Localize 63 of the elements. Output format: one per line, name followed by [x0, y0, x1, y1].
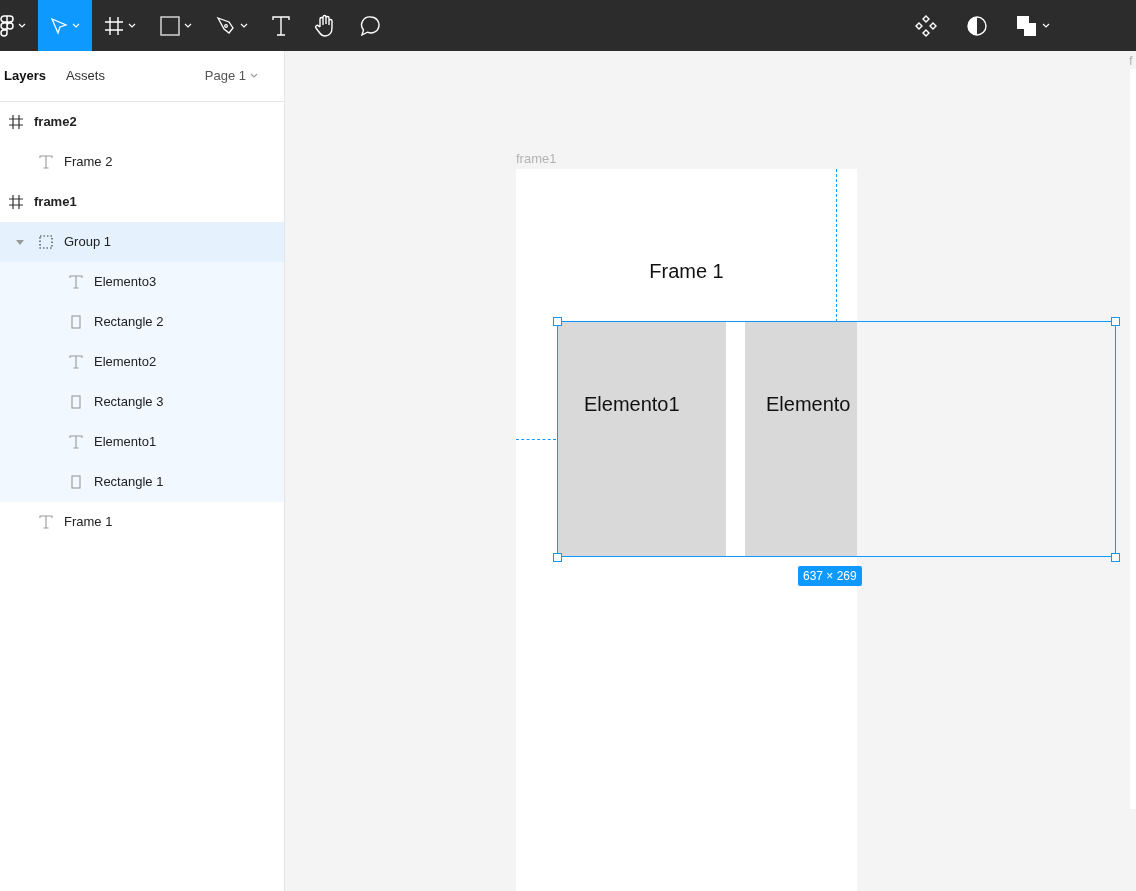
layer-name: Elemento3	[94, 273, 157, 292]
layer-row[interactable]: Elemento2	[0, 342, 284, 382]
layer-name: Group 1	[64, 233, 111, 252]
frame-icon	[8, 115, 24, 129]
pen-icon	[216, 15, 236, 36]
frame-title: Frame 1	[648, 259, 725, 284]
components-icon	[914, 13, 938, 38]
resize-handle[interactable]	[553, 317, 562, 326]
resize-handle[interactable]	[1111, 553, 1120, 562]
hand-icon	[314, 13, 336, 38]
element-label: Elemento	[766, 392, 851, 417]
layer-row[interactable]: Rectangle 3	[0, 382, 284, 422]
layer-row[interactable]: Elemento3	[0, 262, 284, 302]
size-label: 637 × 269	[798, 566, 862, 586]
layer-row[interactable]: frame2	[0, 102, 284, 142]
frame-icon	[8, 195, 24, 209]
guide-line	[516, 439, 556, 440]
layer-row[interactable]: Rectangle 1	[0, 462, 284, 502]
resize-handle[interactable]	[1111, 317, 1120, 326]
caret-icon	[1042, 22, 1050, 29]
layer-name: Elemento1	[94, 433, 157, 452]
rectangle-icon	[68, 315, 84, 329]
caret-icon	[72, 22, 80, 29]
layer-name: frame1	[34, 193, 77, 212]
page-dropdown[interactable]: Page 1	[198, 65, 264, 87]
rectangle-icon	[160, 15, 180, 36]
layer-name: Rectangle 1	[94, 473, 164, 492]
comment-icon	[360, 14, 382, 37]
contrast-icon	[966, 14, 988, 37]
resize-handle[interactable]	[553, 553, 562, 562]
text-icon	[68, 435, 84, 449]
figma-logo-icon	[0, 14, 14, 37]
panel-tab[interactable]: Layers	[4, 66, 46, 86]
layer-row[interactable]: Group 1	[0, 222, 284, 262]
text-icon	[272, 15, 290, 36]
layer-name: frame2	[34, 113, 77, 132]
element-label: Elemento1	[584, 392, 680, 417]
frame-icon	[104, 15, 124, 36]
caret-icon	[128, 22, 136, 29]
text-icon	[38, 155, 54, 169]
panel-tab[interactable]: Assets	[65, 66, 105, 86]
text-icon	[68, 355, 84, 369]
layer-name: Rectangle 3	[94, 393, 164, 412]
text-icon	[38, 515, 54, 529]
rectangle-icon	[68, 475, 84, 489]
rectangle-icon	[68, 395, 84, 409]
overlapping-squares-icon	[1016, 14, 1038, 37]
layer-row[interactable]: Rectangle 2	[0, 302, 284, 342]
group-icon	[38, 235, 54, 249]
layer-name: Rectangle 2	[94, 313, 164, 332]
caret-icon	[240, 22, 248, 29]
layer-name: Frame 2	[64, 153, 113, 172]
layer-row[interactable]: Elemento1	[0, 422, 284, 462]
caret-icon	[250, 73, 258, 79]
layer-name: Frame 1	[64, 513, 113, 532]
caret-icon	[184, 22, 192, 29]
text-icon	[68, 275, 84, 289]
caret-icon	[18, 22, 26, 29]
cursor-icon	[50, 16, 68, 35]
layer-row[interactable]: frame1	[0, 182, 284, 222]
layer-row[interactable]: Frame 1	[0, 502, 284, 542]
layer-name: Elemento2	[94, 353, 157, 372]
layer-row[interactable]: Frame 2	[0, 142, 284, 182]
